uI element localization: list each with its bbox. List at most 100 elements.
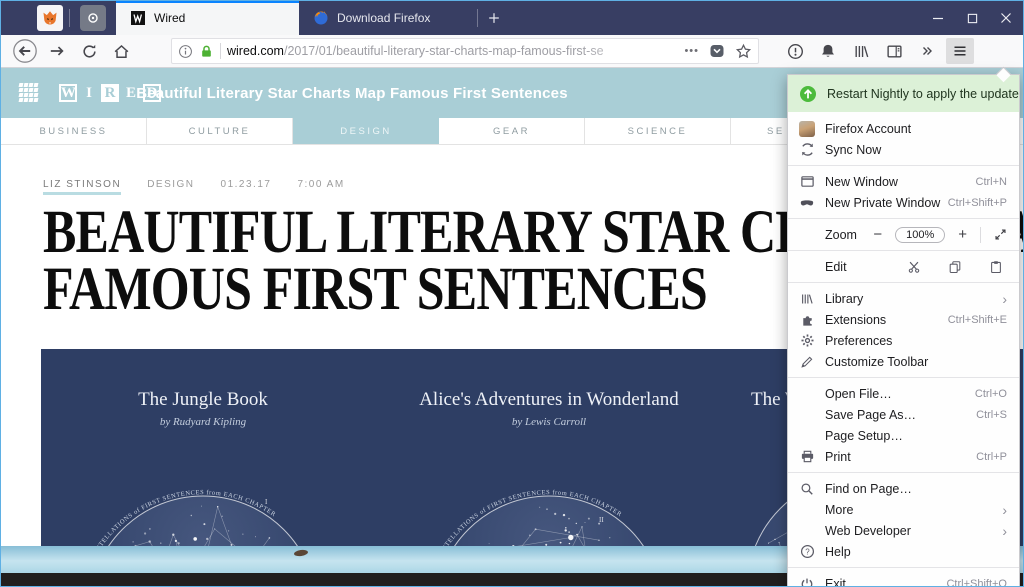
plus-icon xyxy=(487,11,501,25)
menu-item-extensions[interactable]: Extensions Ctrl+Shift+E xyxy=(788,309,1019,330)
close-icon xyxy=(1000,12,1012,24)
maximize-button[interactable] xyxy=(955,1,989,35)
menu-separator xyxy=(788,567,1019,568)
hamburger-menu-button[interactable] xyxy=(946,38,974,64)
menu-item-more[interactable]: More › xyxy=(788,499,1019,520)
nav-tab-science[interactable]: SCIENCE xyxy=(585,118,731,144)
home-icon xyxy=(113,43,130,60)
paste-button[interactable] xyxy=(989,260,1003,274)
menu-item-save-page-as[interactable]: Save Page As… Ctrl+S xyxy=(788,404,1019,425)
menu-item-open-file[interactable]: Open File… Ctrl+O xyxy=(788,383,1019,404)
nav-tab-business[interactable]: BUSINESS xyxy=(1,118,147,144)
nav-tab-design[interactable]: DESIGN xyxy=(293,118,439,144)
overflow-button[interactable] xyxy=(913,38,941,64)
new-tab-button[interactable] xyxy=(478,1,510,35)
menu-item-page-setup[interactable]: Page Setup… xyxy=(788,425,1019,446)
headline-line2: FAMOUS FIRST SENTENCES xyxy=(43,256,707,323)
menu-edit-row: Edit xyxy=(788,256,1019,277)
menu-separator xyxy=(788,282,1019,283)
firefox-favicon xyxy=(313,10,329,26)
bookmark-star-icon[interactable] xyxy=(735,43,752,60)
reload-button[interactable] xyxy=(75,38,103,64)
pocket-icon[interactable] xyxy=(709,43,725,59)
hamburger-icon xyxy=(952,43,968,59)
url-text[interactable]: wired.com/2017/01/beautiful-literary-sta… xyxy=(227,44,678,58)
menu-item-restart-update[interactable]: Restart Nightly to apply the update xyxy=(788,75,1019,112)
star-chart-panel: Alice's Adventures in Wonderland by Lewi… xyxy=(393,389,705,546)
menu-item-customize-toolbar[interactable]: Customize Toolbar xyxy=(788,351,1019,372)
submenu-chevron-icon: › xyxy=(1002,524,1007,538)
back-icon xyxy=(12,38,38,64)
tab-title: Download Firefox xyxy=(337,11,430,25)
menu-item-exit[interactable]: Exit Ctrl+Shift+Q xyxy=(788,573,1019,587)
urlbar-separator xyxy=(220,43,221,59)
cut-scissors-icon xyxy=(907,260,921,274)
minimize-button[interactable] xyxy=(921,1,955,35)
copy-button[interactable] xyxy=(948,260,962,274)
tab-title: Wired xyxy=(154,11,185,25)
page-actions-icon[interactable]: ••• xyxy=(684,45,699,57)
report-site-issue-icon xyxy=(787,43,804,60)
url-bar[interactable]: wired.com/2017/01/beautiful-literary-sta… xyxy=(171,38,759,64)
cut-button[interactable] xyxy=(907,260,921,274)
home-button[interactable] xyxy=(107,38,135,64)
menu-item-print[interactable]: Print Ctrl+P xyxy=(788,446,1019,467)
menu-item-firefox-account[interactable]: Firefox Account xyxy=(788,118,1019,139)
menu-item-sync-now[interactable]: Sync Now xyxy=(788,139,1019,160)
sync-icon xyxy=(799,142,815,158)
customize-pencil-icon xyxy=(799,354,815,370)
star-chart-panel: The Jungle Book by Rudyard Kipling CONST… xyxy=(47,389,359,546)
library-icon xyxy=(799,291,815,307)
back-button[interactable] xyxy=(11,38,39,64)
firefox-pinned-tab[interactable] xyxy=(37,5,63,31)
zoom-in-button[interactable]: + xyxy=(958,226,967,243)
menu-item-find-on-page[interactable]: Find on Page… xyxy=(788,478,1019,499)
close-button[interactable] xyxy=(989,1,1023,35)
toolbar-right-icons xyxy=(781,38,974,64)
account-avatar xyxy=(799,121,815,137)
tab-bar: Wired Download Firefox xyxy=(1,1,1023,35)
overflow-chevrons-icon xyxy=(919,43,935,59)
help-icon: ? xyxy=(799,544,815,560)
forward-button[interactable] xyxy=(43,38,71,64)
menu-separator xyxy=(788,250,1019,251)
menu-item-help[interactable]: ? Help xyxy=(788,541,1019,562)
author-link[interactable]: LIZ STINSON xyxy=(43,179,121,195)
notifications-button[interactable] xyxy=(814,38,842,64)
tabbar-separator xyxy=(69,9,70,27)
tab-download-firefox[interactable]: Download Firefox xyxy=(299,1,477,35)
paste-clipboard-icon xyxy=(989,260,1003,274)
menu-separator xyxy=(788,377,1019,378)
sidebar-button[interactable] xyxy=(880,38,908,64)
zoom-out-button[interactable]: − xyxy=(873,226,882,243)
lock-secure-icon[interactable] xyxy=(199,44,214,59)
library-button[interactable] xyxy=(847,38,875,64)
menu-separator xyxy=(788,165,1019,166)
fullscreen-button[interactable] xyxy=(994,228,1007,241)
gear-tile-icon xyxy=(86,11,100,25)
report-site-issue-button[interactable] xyxy=(781,38,809,64)
menu-item-new-private-window[interactable]: New Private Window Ctrl+Shift+P xyxy=(788,192,1019,213)
submenu-chevron-icon: › xyxy=(1002,503,1007,517)
settings-pinned-tab[interactable] xyxy=(80,5,106,31)
power-icon xyxy=(799,576,815,587)
wired-favicon xyxy=(130,10,146,26)
menu-item-library[interactable]: Library › xyxy=(788,288,1019,309)
tab-wired[interactable]: Wired xyxy=(116,1,299,35)
menu-item-new-window[interactable]: New Window Ctrl+N xyxy=(788,171,1019,192)
menu-item-web-developer[interactable]: Web Developer › xyxy=(788,520,1019,541)
menu-separator xyxy=(788,472,1019,473)
page-info-icon[interactable] xyxy=(178,44,193,59)
nav-tab-culture[interactable]: CULTURE xyxy=(147,118,293,144)
zoom-level[interactable]: 100% xyxy=(895,227,945,243)
new-window-icon xyxy=(799,174,815,190)
chapter-numeral: II xyxy=(599,516,604,524)
extensions-puzzle-icon xyxy=(799,312,815,328)
menu-item-preferences[interactable]: Preferences xyxy=(788,330,1019,351)
sidebar-icon xyxy=(886,43,903,60)
spacer xyxy=(799,227,815,243)
chart-book-title: Alice's Adventures in Wonderland xyxy=(393,389,705,411)
nav-tab-gear[interactable]: GEAR xyxy=(439,118,585,144)
screenshot-root: Wired Download Firefox xyxy=(0,0,1024,587)
chapter-numeral: I xyxy=(265,498,268,506)
